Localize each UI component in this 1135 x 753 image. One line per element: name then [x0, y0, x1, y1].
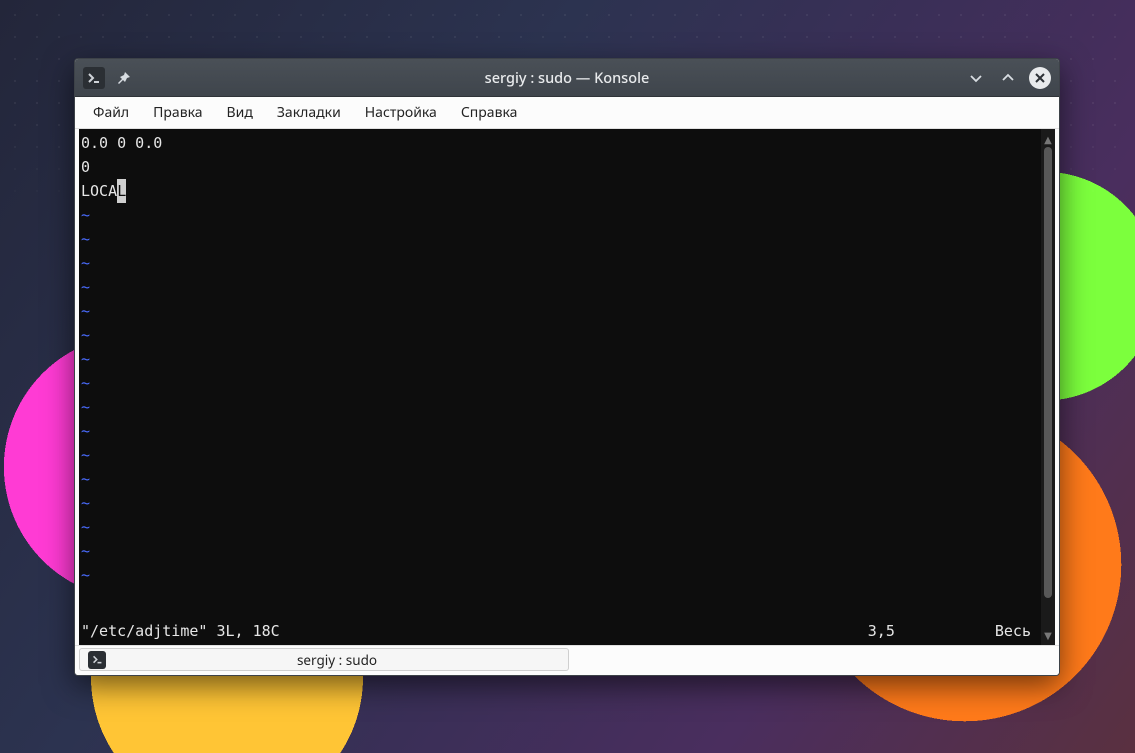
vim-empty-line: ~ — [81, 443, 1039, 467]
tab-bar: sergiy : sudo — [75, 645, 1059, 675]
scrollbar-up-icon[interactable]: ▲ — [1044, 133, 1052, 145]
menu-bookmarks[interactable]: Закладки — [265, 98, 353, 127]
vim-empty-line: ~ — [81, 515, 1039, 539]
scrollbar-thumb[interactable] — [1044, 147, 1052, 598]
vim-empty-line: ~ — [81, 227, 1039, 251]
terminal-wrapper: 0.0 0 0.00LOCAL~~~~~~~~~~~~~~~~ "/etc/ad… — [75, 129, 1059, 645]
vim-statusline: "/etc/adjtime" 3L, 18C 3,5 Весь — [81, 619, 1039, 643]
maximize-button[interactable] — [997, 67, 1019, 89]
statusline-file: "/etc/adjtime" 3L, 18C — [81, 619, 280, 643]
vim-empty-line: ~ — [81, 539, 1039, 563]
vim-empty-line: ~ — [81, 323, 1039, 347]
vim-empty-line: ~ — [81, 491, 1039, 515]
tab-label: sergiy : sudo — [114, 651, 560, 669]
menubar: Файл Правка Вид Закладки Настройка Справ… — [75, 97, 1059, 129]
terminal-line: 0.0 0 0.0 — [81, 131, 1039, 155]
vim-empty-line: ~ — [81, 467, 1039, 491]
tab-session[interactable]: sergiy : sudo — [79, 648, 569, 671]
tab-app-icon — [88, 651, 106, 669]
scrollbar-down-icon[interactable]: ▼ — [1044, 629, 1052, 641]
statusline-percent: Весь — [995, 619, 1039, 643]
terminal-line: LOCAL — [81, 179, 1039, 203]
vim-empty-line: ~ — [81, 419, 1039, 443]
vim-empty-line: ~ — [81, 347, 1039, 371]
terminal[interactable]: 0.0 0 0.00LOCAL~~~~~~~~~~~~~~~~ "/etc/ad… — [79, 129, 1041, 645]
titlebar[interactable]: sergiy : sudo — Konsole — [75, 59, 1059, 97]
desktop-background: sergiy : sudo — Konsole Файл Правка Вид … — [0, 0, 1135, 753]
terminal-cursor: L — [117, 179, 126, 203]
close-button[interactable] — [1029, 67, 1051, 89]
vim-empty-line: ~ — [81, 371, 1039, 395]
vim-empty-line: ~ — [81, 395, 1039, 419]
vim-empty-line: ~ — [81, 251, 1039, 275]
app-icon — [83, 67, 105, 89]
vim-empty-line: ~ — [81, 299, 1039, 323]
menu-edit[interactable]: Правка — [141, 98, 214, 127]
vim-empty-line: ~ — [81, 275, 1039, 299]
minimize-button[interactable] — [965, 67, 987, 89]
menu-file[interactable]: Файл — [81, 98, 141, 127]
pin-icon[interactable] — [113, 67, 135, 89]
vim-empty-line: ~ — [81, 563, 1039, 587]
vim-empty-line: ~ — [81, 203, 1039, 227]
menu-help[interactable]: Справка — [449, 98, 530, 127]
konsole-window: sergiy : sudo — Konsole Файл Правка Вид … — [74, 58, 1060, 676]
menu-settings[interactable]: Настройка — [353, 98, 449, 127]
scrollbar-track[interactable] — [1044, 147, 1052, 627]
terminal-line: 0 — [81, 155, 1039, 179]
menu-view[interactable]: Вид — [215, 98, 265, 127]
terminal-scrollbar[interactable]: ▲ ▼ — [1041, 129, 1055, 645]
statusline-position: 3,5 — [868, 619, 995, 643]
window-title: sergiy : sudo — Konsole — [75, 68, 1059, 88]
